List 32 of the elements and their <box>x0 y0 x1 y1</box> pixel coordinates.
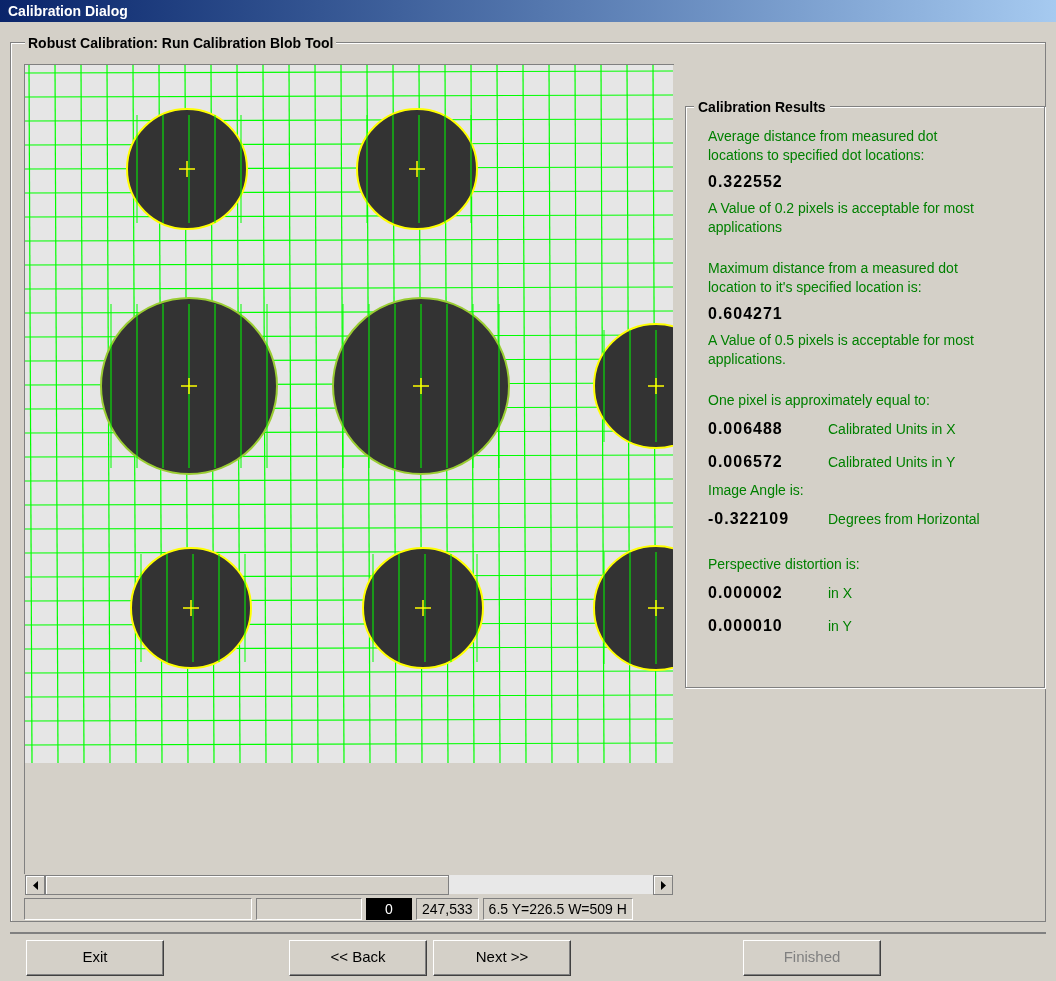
result-unit: in Y <box>828 616 852 636</box>
status-pane: 247,533 <box>416 898 479 921</box>
result-value: 0.604271 <box>708 304 784 325</box>
result-caption: A Value of 0.2 pixels is acceptable for most applications <box>708 199 975 238</box>
result-caption: A Value of 0.5 pixels is acceptable for most applications. <box>708 331 975 370</box>
result-caption: Average distance from measured dot locations to specified dot locations: <box>708 127 939 166</box>
dialog-button[interactable]: Next >> <box>433 939 571 976</box>
scroll-left-button[interactable] <box>25 875 45 896</box>
result-value: 0.000002 <box>708 583 784 604</box>
status-pane: 6.5 Y=226.5 W=509 H <box>482 898 633 921</box>
result-caption: Perspective distortion is: <box>708 555 861 575</box>
horizontal-scrollbar[interactable] <box>24 874 674 896</box>
result-value: 0.006488 <box>708 419 784 440</box>
dialog-button[interactable]: << Back <box>289 939 427 976</box>
window-title: Calibration Dialog <box>8 1 128 21</box>
right-arrow-icon <box>660 880 666 890</box>
result-unit: Calibrated Units in Y <box>828 452 956 472</box>
result-value: -0.322109 <box>708 509 791 530</box>
result-caption: Image Angle is: <box>708 481 805 501</box>
scroll-right-button[interactable] <box>653 875 673 896</box>
result-caption: Maximum distance from a measured dot location to it's specified location is: <box>708 259 959 298</box>
result-unit: Calibrated Units in X <box>828 419 956 439</box>
result-unit: in X <box>828 583 853 603</box>
status-counter: 0 <box>366 898 412 921</box>
dialog-button[interactable]: Exit <box>26 939 164 976</box>
result-value: 0.322552 <box>708 172 784 193</box>
result-value: 0.006572 <box>708 452 784 473</box>
result-value: 0.000010 <box>708 616 784 637</box>
result-caption: One pixel is approximately equal to: <box>708 391 931 411</box>
result-unit: Degrees from Horizontal <box>828 509 980 529</box>
scrollbar-thumb[interactable] <box>45 875 449 896</box>
left-arrow-icon <box>32 880 38 890</box>
